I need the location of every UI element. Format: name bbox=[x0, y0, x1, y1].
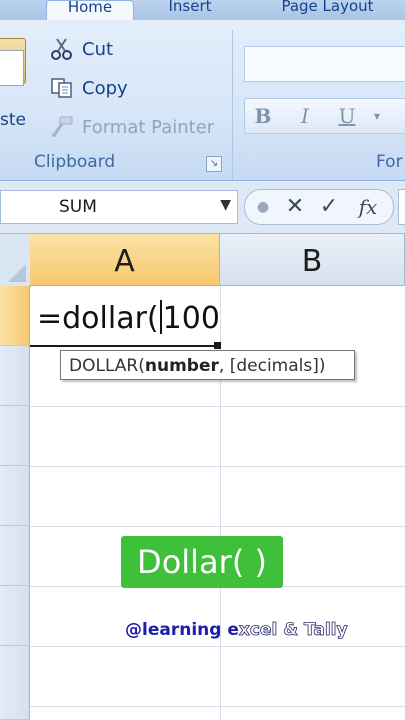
select-all-corner[interactable] bbox=[0, 234, 31, 287]
ribbon-panel: ste Cut Copy Format Painter Clipboard ↘ … bbox=[0, 20, 405, 181]
tooltip-current-arg: number bbox=[144, 356, 219, 376]
gridline bbox=[30, 526, 405, 527]
text-caret bbox=[159, 300, 162, 334]
scissors-icon bbox=[50, 38, 74, 60]
gridline bbox=[30, 406, 405, 407]
font-format-buttons: B I U ▾ bbox=[244, 98, 405, 134]
watermark-prefix: @learning e bbox=[125, 620, 239, 640]
cancel-formula-button[interactable]: ✕ bbox=[283, 190, 307, 224]
group-divider bbox=[232, 30, 233, 180]
row-header-4[interactable] bbox=[0, 466, 30, 526]
row-header-1[interactable] bbox=[0, 286, 30, 346]
formula-buttons: ● ✕ ✓ fx bbox=[244, 189, 394, 225]
formula-argument: 100 bbox=[162, 301, 220, 336]
drag-handle-icon[interactable]: ● bbox=[253, 190, 273, 224]
gridline bbox=[30, 706, 405, 707]
tooltip-function-name: DOLLAR( bbox=[69, 356, 145, 376]
formula-text: =dollar( bbox=[37, 301, 159, 336]
copy-button[interactable]: Copy bbox=[50, 75, 128, 101]
insert-function-button[interactable]: fx bbox=[353, 190, 383, 224]
paste-paper-icon bbox=[0, 50, 24, 86]
column-header-b[interactable]: B bbox=[220, 234, 405, 286]
font-group-label: For bbox=[376, 152, 403, 172]
fill-handle[interactable] bbox=[214, 342, 221, 349]
tab-home[interactable]: Home bbox=[46, 0, 134, 21]
copy-icon bbox=[50, 77, 74, 99]
paintbrush-icon bbox=[50, 116, 74, 138]
row-header-2[interactable] bbox=[0, 346, 30, 406]
clipboard-group-label: Clipboard bbox=[34, 152, 116, 172]
row-header-3[interactable] bbox=[0, 406, 30, 466]
row-header-5[interactable] bbox=[0, 526, 30, 586]
font-name-box[interactable] bbox=[244, 46, 405, 82]
underline-button[interactable]: U bbox=[333, 99, 361, 133]
chevron-down-icon[interactable]: ▼ bbox=[220, 197, 231, 213]
cut-label: Cut bbox=[82, 38, 114, 60]
row-header-7[interactable] bbox=[0, 646, 30, 720]
bold-button[interactable]: B bbox=[249, 99, 277, 133]
formula-bar: SUM ▼ ● ✕ ✓ fx bbox=[0, 181, 405, 234]
tab-insert[interactable]: Insert bbox=[150, 0, 230, 20]
function-tooltip[interactable]: DOLLAR(number, [decimals]) bbox=[60, 350, 355, 380]
title-badge: Dollar( ) bbox=[121, 536, 283, 588]
copy-label: Copy bbox=[82, 77, 128, 99]
column-header-a[interactable]: A bbox=[30, 234, 220, 286]
cut-button[interactable]: Cut bbox=[50, 36, 113, 62]
ribbon-tab-bar: Home Insert Page Layout bbox=[0, 0, 405, 21]
name-box-value: SUM bbox=[59, 197, 97, 217]
paste-label: ste bbox=[0, 110, 26, 130]
row-header-6[interactable] bbox=[0, 586, 30, 646]
select-all-icon bbox=[8, 264, 26, 282]
enter-formula-button[interactable]: ✓ bbox=[317, 190, 341, 224]
watermark-rest: xcel & Tally bbox=[238, 620, 348, 641]
format-painter-button[interactable]: Format Painter bbox=[50, 114, 214, 140]
name-box[interactable]: SUM ▼ bbox=[0, 190, 238, 224]
italic-button[interactable]: I bbox=[291, 99, 319, 133]
clipboard-launcher-icon[interactable]: ↘ bbox=[206, 156, 222, 172]
format-painter-label: Format Painter bbox=[82, 116, 215, 138]
underline-dropdown-icon[interactable]: ▾ bbox=[363, 99, 391, 133]
tooltip-remaining-args: , [decimals]) bbox=[218, 356, 326, 376]
gridline bbox=[30, 646, 405, 647]
cell-a1-formula: =dollar(100 bbox=[37, 300, 220, 336]
watermark: @learning excel & Tally bbox=[125, 620, 348, 641]
gridline bbox=[30, 466, 405, 467]
active-cell-border bbox=[30, 345, 218, 347]
tab-page-layout[interactable]: Page Layout bbox=[260, 0, 395, 20]
paste-button[interactable]: ste bbox=[0, 32, 34, 152]
formula-input[interactable] bbox=[398, 189, 405, 225]
